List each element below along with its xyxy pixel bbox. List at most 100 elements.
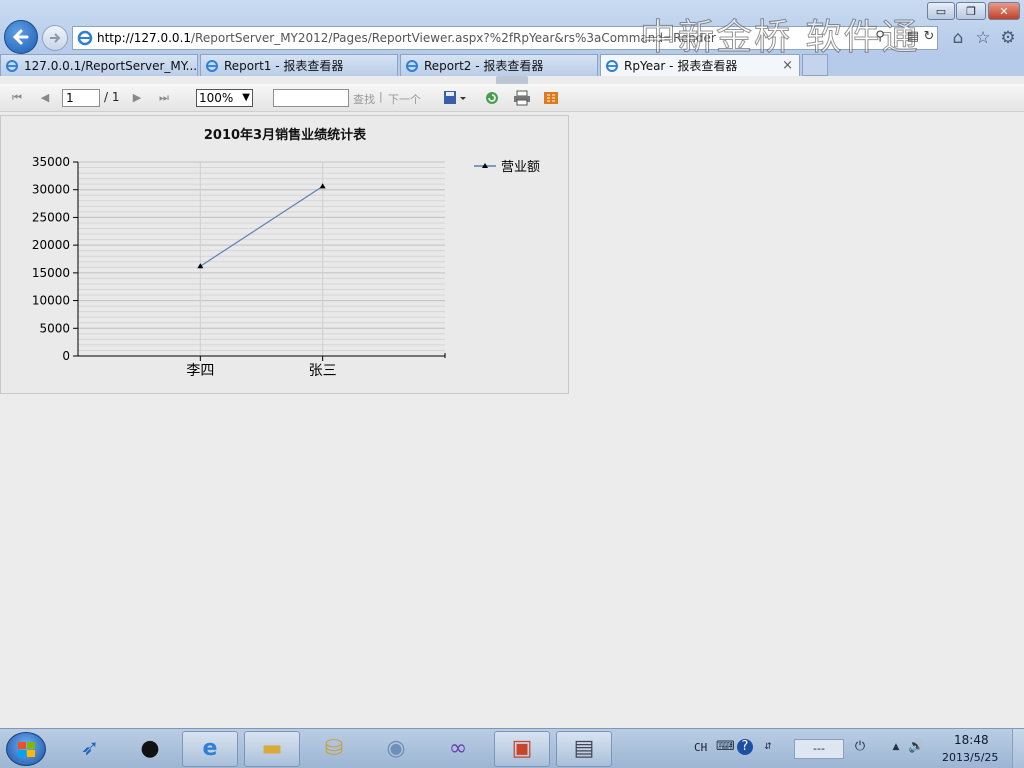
start-button[interactable] — [6, 732, 46, 766]
y-tick-label: 5000 — [39, 321, 70, 335]
printer-icon — [514, 90, 530, 106]
find-text-input[interactable] — [273, 89, 349, 107]
volume-icon[interactable]: 🔊 — [908, 739, 924, 755]
save-disk-icon — [444, 91, 466, 104]
report-document-icon: ▤ — [573, 736, 595, 761]
page-number-input[interactable]: 1 — [62, 89, 100, 107]
data-feed-icon[interactable] — [543, 90, 559, 106]
y-tick-label: 25000 — [32, 210, 70, 224]
find-link[interactable]: 查找 — [353, 91, 375, 107]
compat-view-icon[interactable]: ▤ — [906, 30, 920, 44]
report-toolbar: ⏮ ◀ 1 / 1 ▶ ⏭ 100% ▼ 查找 | 下一个 — [0, 76, 1024, 112]
input-language[interactable]: CH — [694, 741, 707, 754]
chevron-down-icon: ▼ — [242, 92, 250, 103]
url-host: http://127.0.0.1 — [97, 31, 192, 45]
ie-tab-icon — [206, 59, 218, 72]
tab-close-icon[interactable]: × — [782, 58, 793, 73]
search-icon[interactable]: ⚲ — [873, 30, 887, 44]
taskbar-visual-studio[interactable]: ∞ — [430, 731, 486, 767]
y-tick-label: 30000 — [32, 183, 70, 197]
tab-report1[interactable]: Report1 - 报表查看器 — [200, 54, 398, 76]
tab-strip: 127.0.0.1/ReportServer_MY... Report1 - 报… — [0, 54, 1024, 76]
windows-logo-icon — [18, 742, 35, 757]
tab-label: RpYear - 报表查看器 — [624, 59, 738, 73]
settings-gear-icon[interactable]: ⚙ — [998, 28, 1018, 48]
tab-label: Report2 - 报表查看器 — [424, 59, 544, 73]
presentation-icon: ▣ — [511, 736, 533, 761]
penguin-icon: ● — [140, 736, 160, 761]
taskbar-report-builder[interactable]: ▤ — [556, 731, 612, 767]
y-tick-label: 35000 — [32, 155, 70, 169]
taskbar-explorer[interactable]: ▬ — [244, 731, 300, 767]
taskbar-app-globe[interactable]: ◉ — [368, 731, 424, 767]
restore-button[interactable]: ❐ — [956, 2, 986, 20]
new-tab-button[interactable] — [802, 54, 828, 76]
ie-tab-icon — [6, 59, 18, 72]
toolbar-collapse-handle[interactable] — [496, 76, 528, 84]
forward-button[interactable] — [42, 25, 68, 51]
tab-report2[interactable]: Report2 - 报表查看器 — [400, 54, 598, 76]
zoom-value: 100% — [199, 91, 234, 105]
taskbar-powerpoint[interactable]: ▣ — [494, 731, 550, 767]
ie-icon: e — [202, 736, 218, 761]
plot-area — [78, 162, 445, 356]
refresh-report-icon[interactable] — [484, 90, 500, 106]
previous-page-icon[interactable]: ◀ — [38, 90, 52, 106]
forward-arrow-icon — [50, 33, 61, 43]
database-tool-icon: ⛁ — [324, 736, 344, 761]
x-tick-label: 张三 — [309, 363, 337, 379]
y-tick-label: 15000 — [32, 266, 70, 280]
tray-status-box[interactable]: --- — [794, 739, 844, 759]
x-tick-label: 李四 — [186, 363, 214, 379]
page-total: / 1 — [104, 90, 120, 104]
tab-rpyear[interactable]: RpYear - 报表查看器 × — [600, 54, 800, 76]
show-desktop-button[interactable] — [1012, 729, 1024, 768]
y-tick-label: 0 — [62, 349, 70, 363]
close-window-button[interactable]: ✕ — [988, 2, 1020, 20]
clock-time[interactable]: 18:48 — [954, 733, 989, 747]
find-separator: | — [379, 90, 383, 103]
favorites-star-icon[interactable]: ☆ — [973, 28, 993, 48]
taskbar-internet-explorer[interactable]: e — [182, 731, 238, 767]
refresh-icon — [486, 92, 498, 104]
ie-tab-icon — [406, 59, 418, 72]
first-page-icon[interactable]: ⏮ — [10, 90, 24, 106]
taskbar-sql-tool[interactable]: ⛁ — [306, 731, 362, 767]
back-arrow-icon — [12, 29, 29, 45]
folder-icon: ▬ — [261, 736, 283, 761]
home-icon[interactable]: ⌂ — [948, 28, 968, 48]
last-page-icon[interactable]: ⏭ — [156, 90, 172, 106]
power-plug-icon[interactable]: ⏻ — [852, 739, 868, 755]
next-page-icon[interactable]: ▶ — [130, 90, 144, 106]
bird-icon: ➶ — [80, 736, 100, 761]
zoom-select[interactable]: 100% ▼ — [196, 89, 253, 107]
ime-options-icon[interactable]: ⇵ — [760, 739, 776, 755]
tab-reportserver[interactable]: 127.0.0.1/ReportServer_MY... — [0, 54, 198, 76]
keyboard-icon[interactable]: ⌨ — [716, 739, 735, 755]
ie-page-icon — [77, 30, 93, 46]
url-text: http://127.0.0.1/ReportServer_MY2012/Pag… — [97, 31, 716, 45]
refresh-icon[interactable]: ↻ — [922, 30, 936, 44]
minimize-button[interactable]: ▭ — [927, 2, 955, 20]
taskbar: ➶ ● e ▬ ⛁ ◉ ∞ ▣ ▤ CH ⌨ ? ⇵ --- ⏻ ▲ 🔊 18:… — [0, 728, 1024, 768]
clock-date[interactable]: 2013/5/25 — [942, 751, 998, 764]
find-next-link[interactable]: 下一个 — [388, 91, 421, 107]
feed-book-icon — [544, 92, 558, 104]
legend-label: 营业额 — [501, 160, 540, 175]
globe-app-icon: ◉ — [386, 736, 406, 761]
y-tick-label: 10000 — [32, 294, 70, 308]
taskbar-qq[interactable]: ● — [122, 731, 178, 767]
sales-line-chart: 0 5000 10000 15000 20000 25000 30000 35000 李四 张三 营… — [32, 155, 540, 379]
url-path: /ReportServer_MY2012/Pages/ReportViewer.… — [191, 31, 716, 45]
print-icon[interactable] — [513, 90, 531, 106]
show-hidden-icons-chevron-icon[interactable]: ▲ — [888, 739, 904, 755]
browser-title-bar: http://127.0.0.1/ReportServer_MY2012/Pag… — [0, 0, 1024, 59]
y-tick-label: 20000 — [32, 238, 70, 252]
tab-label: Report1 - 报表查看器 — [224, 59, 344, 73]
taskbar-bird-app[interactable]: ➶ — [62, 731, 118, 767]
export-save-icon[interactable] — [442, 90, 468, 106]
back-button[interactable] — [4, 20, 38, 54]
tab-label: 127.0.0.1/ReportServer_MY... — [24, 58, 197, 73]
infinity-icon: ∞ — [448, 736, 468, 761]
help-icon[interactable]: ? — [737, 739, 753, 755]
